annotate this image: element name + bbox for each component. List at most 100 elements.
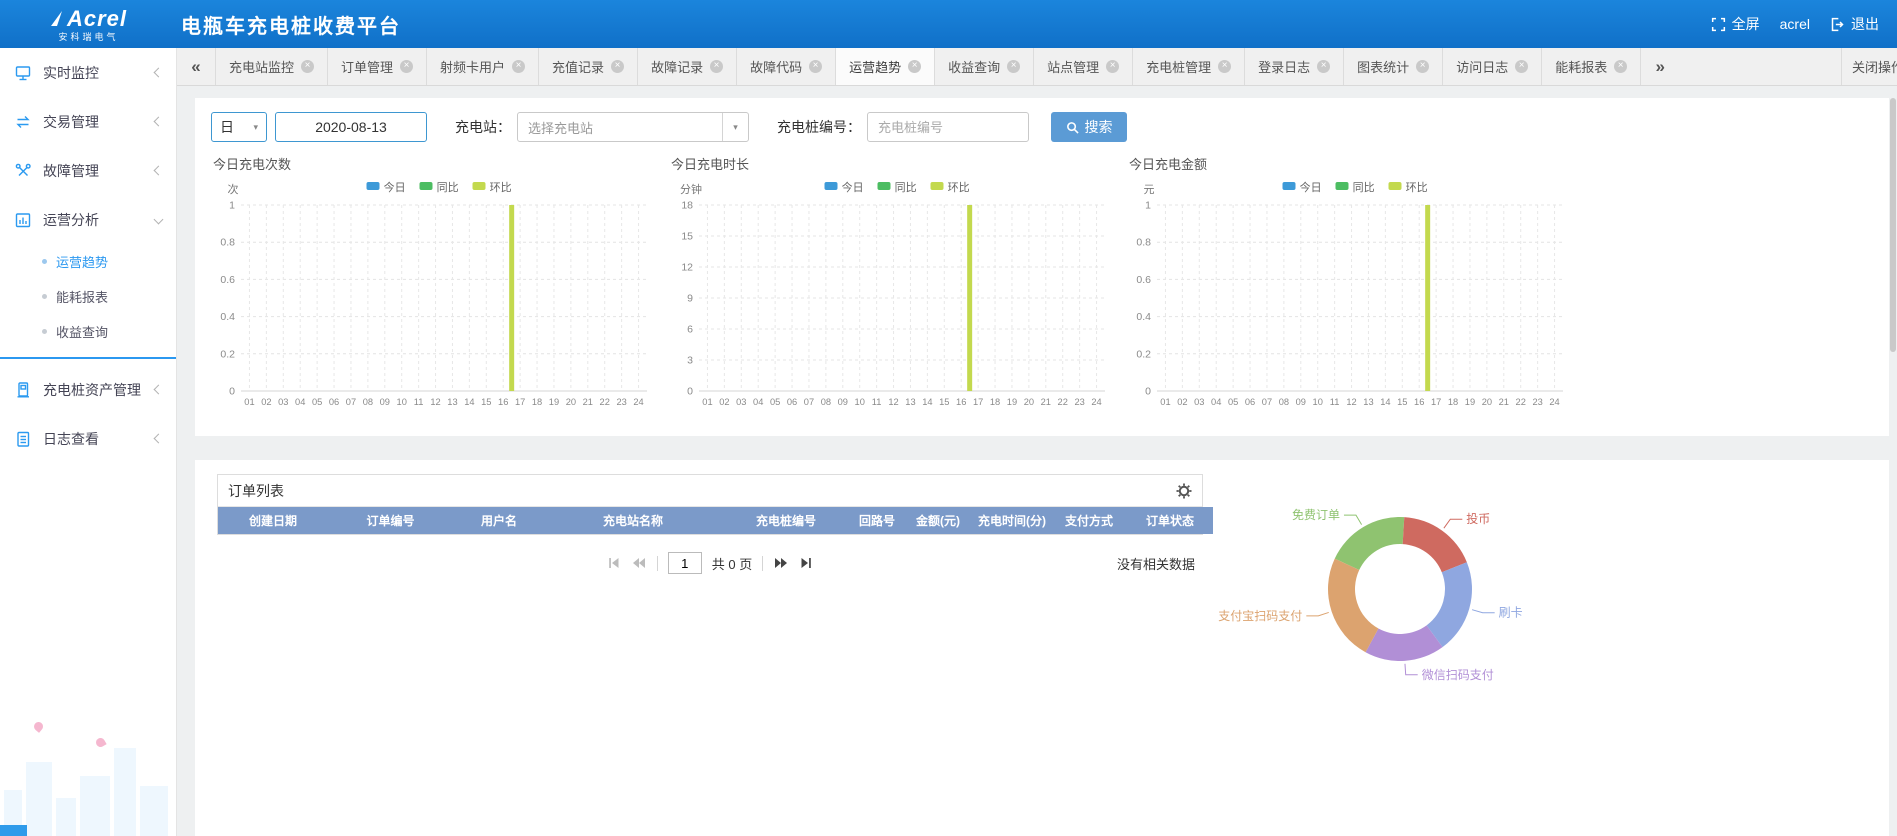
tab-充电桩管理[interactable]: 充电桩管理× — [1133, 48, 1245, 85]
svg-text:0.6: 0.6 — [220, 274, 235, 286]
logout-button[interactable]: 退出 — [1830, 14, 1879, 34]
svg-text:23: 23 — [1532, 397, 1542, 407]
sidebar-item-pile-asset-manage[interactable]: 充电桩资产管理 — [0, 365, 176, 414]
svg-text:15: 15 — [681, 231, 693, 243]
svg-text:22: 22 — [1058, 397, 1068, 407]
tab-close-icon[interactable]: × — [1218, 60, 1231, 73]
tab-订单管理[interactable]: 订单管理× — [328, 48, 427, 85]
station-select[interactable]: 选择充电站 ▾ — [517, 112, 749, 142]
orders-panel-area: 订单列表 — [195, 460, 1889, 836]
period-select[interactable]: 日 ▾ — [211, 112, 267, 142]
svg-text:17: 17 — [973, 397, 983, 407]
svg-text:04: 04 — [295, 397, 305, 407]
svg-text:0.8: 0.8 — [1136, 237, 1151, 249]
svg-text:06: 06 — [329, 397, 339, 407]
tab-运营趋势[interactable]: 运营趋势× — [836, 48, 935, 85]
svg-text:08: 08 — [1279, 397, 1289, 407]
tab-故障代码[interactable]: 故障代码× — [737, 48, 836, 85]
tab-close-icon[interactable]: × — [908, 60, 921, 73]
svg-text:07: 07 — [804, 397, 814, 407]
svg-text:09: 09 — [1296, 397, 1306, 407]
tab-充值记录[interactable]: 充值记录× — [539, 48, 638, 85]
monitor-icon — [14, 64, 32, 82]
tab-close-icon[interactable]: × — [1515, 60, 1528, 73]
svg-text:1: 1 — [229, 200, 235, 212]
tab-登录日志[interactable]: 登录日志× — [1245, 48, 1344, 85]
tab-close-icon[interactable]: × — [1007, 60, 1020, 73]
svg-text:0.4: 0.4 — [1136, 311, 1151, 323]
sidebar-item-trade-manage[interactable]: 交易管理 — [0, 97, 176, 146]
svg-text:13: 13 — [905, 397, 915, 407]
sidebar-item-realtime-monitor[interactable]: 实时监控 — [0, 48, 176, 97]
sidebar-item-fault-manage[interactable]: 故障管理 — [0, 146, 176, 195]
svg-text:15: 15 — [481, 397, 491, 407]
svg-text:14: 14 — [922, 397, 932, 407]
page-number-input[interactable] — [668, 552, 702, 574]
svg-text:11: 11 — [1330, 397, 1340, 407]
sidebar-item-log-view[interactable]: 日志查看 — [0, 414, 176, 463]
tab-close-icon[interactable]: × — [809, 60, 822, 73]
station-select-placeholder: 选择充电站 — [518, 118, 722, 137]
svg-text:09: 09 — [380, 397, 390, 407]
svg-text:03: 03 — [1194, 397, 1204, 407]
tab-能耗报表[interactable]: 能耗报表× — [1542, 48, 1641, 85]
station-select-dropdown-button[interactable]: ▾ — [722, 113, 748, 141]
fullscreen-button[interactable]: 全屏 — [1711, 14, 1760, 34]
tab-故障记录[interactable]: 故障记录× — [638, 48, 737, 85]
pile-number-input[interactable] — [867, 112, 1029, 142]
tab-close-icon[interactable]: × — [1317, 60, 1330, 73]
sidebar-subitem-energy-report[interactable]: 能耗报表 — [0, 279, 176, 314]
svg-text:21: 21 — [1499, 397, 1509, 407]
sidebar-subitem-operation-trend[interactable]: 运营趋势 — [0, 244, 176, 279]
tab-访问日志[interactable]: 访问日志× — [1443, 48, 1542, 85]
date-input[interactable] — [275, 112, 427, 142]
vertical-scrollbar[interactable] — [1890, 98, 1896, 352]
svg-text:13: 13 — [447, 397, 457, 407]
svg-text:17: 17 — [515, 397, 525, 407]
column-header: 充电桩编号 — [721, 507, 851, 534]
svg-text:05: 05 — [770, 397, 780, 407]
svg-text:12: 12 — [888, 397, 898, 407]
sidebar-subitem-revenue-query[interactable]: 收益查询 — [0, 314, 176, 349]
svg-text:3: 3 — [687, 355, 693, 367]
tab-close-icon[interactable]: × — [512, 60, 525, 73]
tab-close-icon[interactable]: × — [1416, 60, 1429, 73]
trend-panel: 日 ▾ 充电站： 选择充电站 ▾ 充电桩编号： 搜索 — [195, 98, 1889, 436]
svg-text:20: 20 — [1482, 397, 1492, 407]
chevron-down-icon — [154, 215, 164, 225]
tab-射频卡用户[interactable]: 射频卡用户× — [427, 48, 539, 85]
tab-收益查询[interactable]: 收益查询× — [935, 48, 1034, 85]
tab-close-icon[interactable]: × — [710, 60, 723, 73]
tab-close-icon[interactable]: × — [1106, 60, 1119, 73]
scroll-left-icon: « — [191, 57, 200, 77]
username[interactable]: acrel — [1780, 16, 1810, 32]
tab-close-icon[interactable]: × — [400, 60, 413, 73]
tabs-scroll-left-button[interactable]: « — [177, 48, 215, 85]
previous-page-button[interactable] — [631, 556, 647, 570]
svg-text:18: 18 — [532, 397, 542, 407]
tab-close-icon[interactable]: × — [1614, 60, 1627, 73]
last-page-button[interactable] — [799, 556, 813, 570]
svg-text:19: 19 — [549, 397, 559, 407]
chevron-left-icon — [154, 68, 164, 78]
first-page-button[interactable] — [607, 556, 621, 570]
tab-close-icon[interactable]: × — [301, 60, 314, 73]
next-page-button[interactable] — [773, 556, 789, 570]
tab-充电站监控[interactable]: 充电站监控× — [215, 48, 328, 85]
tabs-scroll-right-button[interactable]: » — [1641, 48, 1679, 85]
pie-slice-支付宝扫码支付 — [1328, 559, 1378, 653]
butterfly-icon — [32, 720, 45, 733]
butterfly-icon — [94, 736, 106, 748]
svg-text:06: 06 — [1245, 397, 1255, 407]
tab-站点管理[interactable]: 站点管理× — [1034, 48, 1133, 85]
bar-chart: 今日充电时长今日同比环比0369121518010203040506070809… — [659, 146, 1117, 431]
tab-close-icon[interactable]: × — [611, 60, 624, 73]
svg-text:04: 04 — [753, 397, 763, 407]
svg-text:0: 0 — [229, 386, 235, 398]
sidebar-item-operation-analysis[interactable]: 运营分析 — [0, 195, 176, 244]
tab-图表统计[interactable]: 图表统计× — [1344, 48, 1443, 85]
table-settings-button[interactable] — [1176, 483, 1192, 499]
fullscreen-icon — [1711, 17, 1726, 32]
search-button[interactable]: 搜索 — [1051, 112, 1127, 142]
close-operations-button[interactable]: 关闭操作 — [1841, 48, 1897, 85]
